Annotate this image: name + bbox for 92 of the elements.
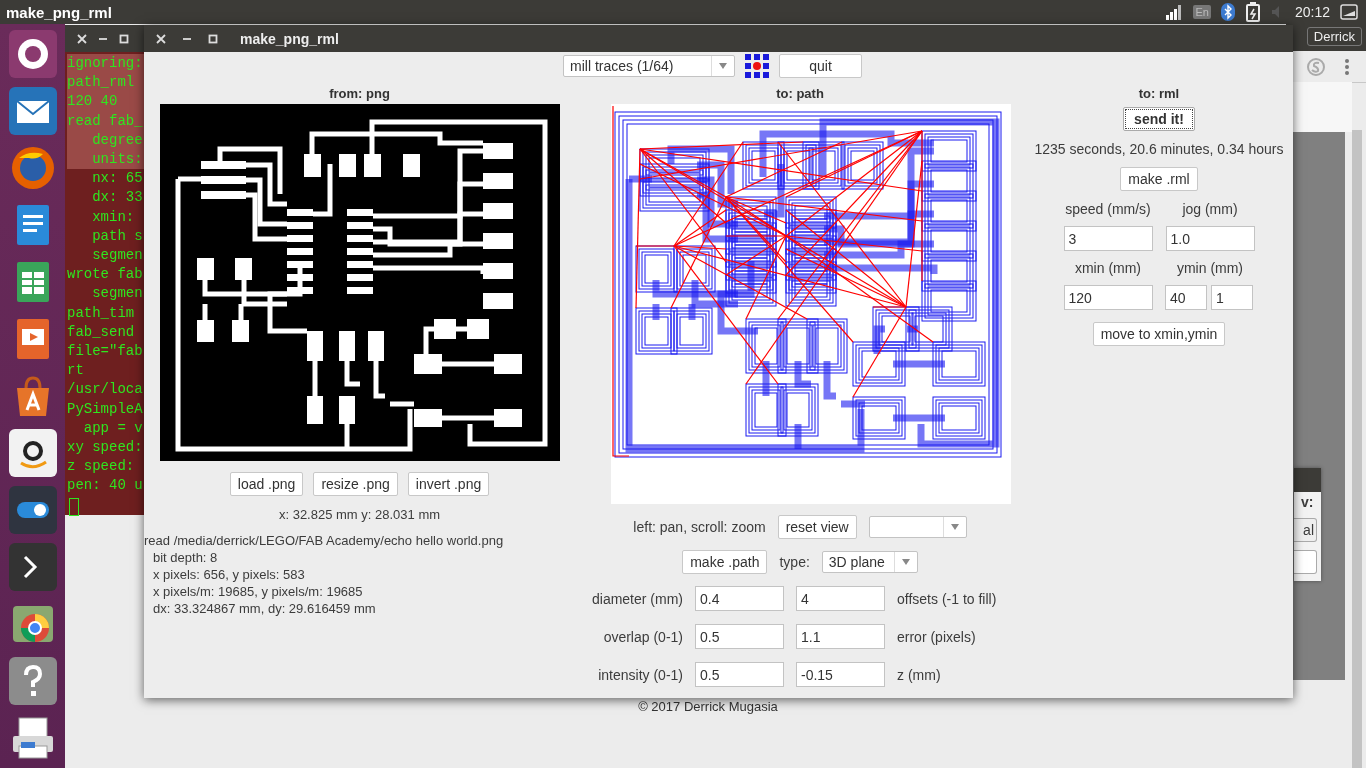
send-button[interactable]: send it!	[1123, 107, 1195, 131]
input-field[interactable]: 0.5	[695, 662, 784, 687]
terminal-icon[interactable]	[8, 543, 57, 591]
input-field[interactable]: 1	[1211, 285, 1253, 310]
field-label: intensity (0-1)	[597, 666, 683, 683]
field-label: overlap (0-1)	[602, 628, 683, 645]
terminal-line: fab_send	[67, 322, 135, 342]
grid-icon	[745, 54, 769, 78]
dropdown-arrow-icon[interactable]	[950, 524, 959, 530]
terminal-line: path_tim	[67, 303, 135, 323]
input-field[interactable]: 1.1	[796, 624, 885, 649]
terminal-line: rt	[67, 361, 84, 381]
bluetooth-icon[interactable]	[1220, 3, 1235, 21]
terminal-line: segmen	[91, 246, 143, 266]
invert-png-button[interactable]: invert .png	[407, 472, 490, 496]
input-field[interactable]: 3	[1063, 226, 1153, 251]
input-field[interactable]: 0.5	[695, 624, 784, 649]
terminal-line: pen: 40 u	[67, 476, 143, 496]
field-label: ymin (mm)	[1176, 260, 1244, 276]
menu-icon[interactable]	[1344, 58, 1350, 76]
dialog-button[interactable]: al	[1294, 518, 1317, 542]
input-field[interactable]: 40	[1165, 285, 1207, 310]
maximize-icon[interactable]	[208, 33, 218, 44]
help-icon[interactable]	[8, 657, 57, 705]
make-path-button[interactable]: make .path	[682, 550, 768, 574]
window-title: make_png_rml	[240, 30, 339, 47]
toolpath-drawing[interactable]	[611, 104, 1011, 504]
logo-icon[interactable]	[8, 30, 57, 78]
info-line: x pixels/m: 19685, y pixels/m: 19685	[152, 583, 364, 600]
dropdown-arrow-icon[interactable]	[901, 559, 910, 565]
terminal-line: PySimpleA	[67, 399, 143, 419]
input-field[interactable]: -0.15	[796, 662, 885, 687]
panel-heading: to: rml	[1138, 86, 1180, 103]
input-field[interactable]: 120	[1063, 285, 1153, 310]
terminal-line: segmen	[91, 284, 143, 304]
type-dropdown[interactable]: 3D plane	[821, 551, 918, 573]
field-label: xmin (mm)	[1074, 260, 1142, 276]
scrollbar[interactable]	[1352, 130, 1362, 768]
move-button[interactable]: move to xmin,ymin	[1092, 322, 1226, 346]
field-label: jog (mm)	[1182, 201, 1238, 217]
terminal-line: nx: 65	[91, 169, 143, 189]
input-field[interactable]: 0.4	[695, 586, 784, 611]
resize-png-button[interactable]: resize .png	[313, 472, 398, 496]
info-line: dx: 33.324867 mm, dy: 29.616459 mm	[152, 600, 377, 617]
input-field[interactable]: 4	[796, 586, 885, 611]
toggle-icon[interactable]	[8, 486, 57, 534]
reset-view-button[interactable]: reset view	[777, 515, 857, 539]
navigation-hint: left: pan, scroll: zoom	[633, 519, 766, 535]
panel-heading: from: png	[329, 86, 390, 103]
close-icon[interactable]	[77, 33, 87, 44]
input-field[interactable]: 1.0	[1165, 226, 1255, 251]
app-title: make_png_rml	[6, 3, 113, 21]
envelope-icon[interactable]	[8, 87, 57, 135]
footer-text: © 2017 Derrick Mugasia	[637, 699, 779, 714]
terminal-line: xmin:	[91, 207, 135, 227]
info-line: x pixels: 656, y pixels: 583	[152, 566, 306, 583]
field-label: z (mm)	[897, 666, 942, 683]
maximize-icon[interactable]	[119, 33, 129, 44]
terminal-line: dx: 33	[91, 188, 143, 208]
type-label: type:	[779, 554, 810, 570]
load-png-button[interactable]: load .png	[229, 472, 304, 496]
dropdown-arrow-icon[interactable]	[719, 63, 727, 69]
field-label: diameter (mm)	[591, 590, 683, 607]
field-label: error (pixels)	[897, 628, 977, 645]
user-button[interactable]: Derrick	[1306, 27, 1362, 46]
quit-button[interactable]: quit	[779, 54, 862, 78]
terminal-line: app = v	[82, 418, 143, 438]
make-rml-button[interactable]: make .rml	[1120, 167, 1198, 191]
info-line: bit depth: 8	[152, 549, 219, 566]
terminal-line: /usr/loca	[67, 380, 143, 400]
terminal-line: xy speed:	[67, 438, 143, 458]
info-line: read /media/derrick/LEGO/FAB Academy/echo hello world.png	[144, 532, 505, 549]
mode-dropdown[interactable]: mill traces (1/64)	[563, 55, 735, 77]
field-label: offsets (-1 to fill)	[897, 590, 998, 607]
cursor-coordinates: x: 32.825 mm y: 28.031 mm	[278, 507, 441, 522]
terminal-line: file="fab	[67, 342, 143, 362]
battery-icon[interactable]	[1244, 2, 1261, 22]
smile-logo-icon[interactable]	[8, 429, 57, 477]
dialog-label: v:	[1301, 494, 1315, 510]
system-icon[interactable]	[1340, 4, 1358, 20]
dialog-title-bar	[1294, 468, 1321, 492]
dialog-field[interactable]	[1294, 550, 1317, 574]
terminal-line: path s	[91, 226, 143, 246]
close-icon[interactable]	[156, 33, 166, 44]
terminal-line: z speed:	[67, 457, 135, 477]
field-label: speed (mm/s)	[1065, 201, 1151, 217]
clock[interactable]: 20:12	[1294, 4, 1330, 20]
panel-heading: to: path	[776, 86, 824, 103]
signal-icon[interactable]	[1165, 4, 1184, 20]
cursor	[69, 497, 79, 516]
time-estimate: 1235 seconds, 20.6 minutes, 0.34 hours	[1034, 141, 1284, 157]
terminal-line: wrote fab	[67, 265, 143, 285]
